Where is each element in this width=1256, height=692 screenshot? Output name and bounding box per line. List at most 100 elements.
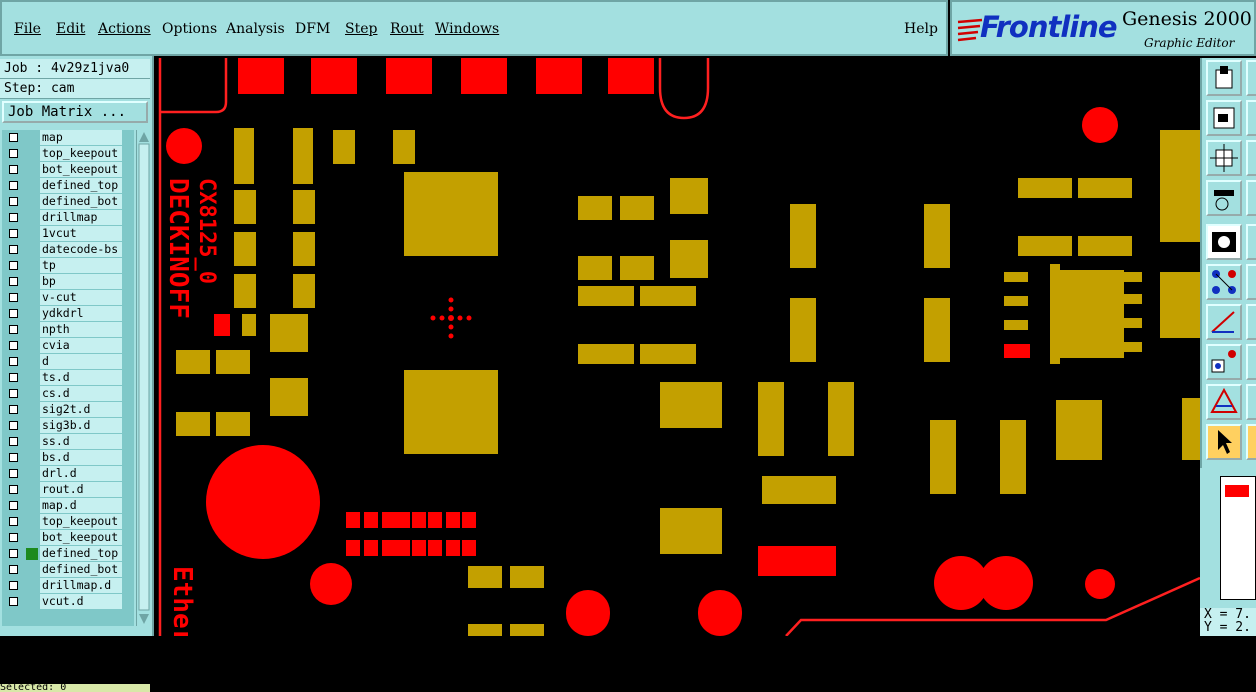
layer-row[interactable]: bot_keepout <box>2 530 134 546</box>
layer-label[interactable]: drillmap.d <box>40 578 122 593</box>
layer-label[interactable]: datecode-bs <box>40 242 122 257</box>
layer-checkbox[interactable] <box>9 277 18 286</box>
measure-tool-button[interactable] <box>1206 304 1242 340</box>
layer-row[interactable]: defined_bot <box>2 194 134 210</box>
layer-row[interactable]: cvia <box>2 338 134 354</box>
layer-checkbox[interactable] <box>9 549 18 558</box>
tool-extra-1[interactable] <box>1246 60 1256 96</box>
layer-row[interactable]: top_keepout <box>2 146 134 162</box>
tool-extra-5[interactable] <box>1246 224 1256 260</box>
layer-checkbox[interactable] <box>9 501 18 510</box>
menu-windows[interactable]: Windows <box>435 21 499 37</box>
layer-checkbox[interactable] <box>9 261 18 270</box>
layer-label[interactable]: defined_bot <box>40 562 122 577</box>
layer-row[interactable]: bot_keepout <box>2 162 134 178</box>
layer-label[interactable]: sig3b.d <box>40 418 122 433</box>
layer-row[interactable]: drillmap.d <box>2 578 134 594</box>
layer-checkbox[interactable] <box>9 245 18 254</box>
graphic-canvas[interactable]: CX8125_0 DECKINOFF Ether <box>156 58 1200 636</box>
feature-display-tool-button[interactable] <box>1206 224 1242 260</box>
menu-edit[interactable]: Edit <box>56 21 85 37</box>
pointer-tool-button[interactable] <box>1206 424 1242 460</box>
layer-checkbox[interactable] <box>9 405 18 414</box>
layer-checkbox[interactable] <box>9 293 18 302</box>
tool-extra-9[interactable] <box>1246 384 1256 420</box>
fit-tool-button[interactable] <box>1206 140 1242 176</box>
layer-label[interactable]: drillmap <box>40 210 122 225</box>
layer-label[interactable]: map <box>40 130 122 145</box>
layer-label[interactable]: cvia <box>40 338 122 353</box>
triangle-tool-button[interactable] <box>1206 384 1242 420</box>
layer-row[interactable]: top_keepout <box>2 514 134 530</box>
layer-label[interactable]: bs.d <box>40 450 122 465</box>
layer-row[interactable]: v-cut <box>2 290 134 306</box>
zoom-window-tool-button[interactable] <box>1206 100 1242 136</box>
layer-row[interactable]: d <box>2 354 134 370</box>
layer-row[interactable]: ts.d <box>2 370 134 386</box>
layer-checkbox[interactable] <box>9 469 18 478</box>
layer-scrollbar[interactable] <box>136 130 151 626</box>
layer-checkbox[interactable] <box>9 133 18 142</box>
layer-label[interactable]: bot_keepout <box>40 162 122 177</box>
menu-help[interactable]: Help <box>904 21 938 37</box>
tool-extra-10[interactable] <box>1246 424 1256 460</box>
menu-file[interactable]: File <box>14 21 41 37</box>
layer-checkbox[interactable] <box>9 309 18 318</box>
layer-label[interactable]: top_keepout <box>40 514 122 529</box>
minimap-view[interactable] <box>1220 476 1256 600</box>
layer-row[interactable]: datecode-bs <box>2 242 134 258</box>
tool-extra-4[interactable] <box>1246 180 1256 216</box>
layer-label[interactable]: d <box>40 354 122 369</box>
layer-row[interactable]: vcut.d <box>2 594 134 610</box>
menu-dfm[interactable]: DFM <box>295 21 330 37</box>
layer-checkbox[interactable] <box>9 181 18 190</box>
menu-rout[interactable]: Rout <box>390 21 424 37</box>
layer-label[interactable]: ydkdrl <box>40 306 122 321</box>
tool-extra-3[interactable] <box>1246 140 1256 176</box>
layer-label[interactable]: 1vcut <box>40 226 122 241</box>
menu-analysis[interactable]: Analysis <box>226 21 285 37</box>
layer-checkbox[interactable] <box>9 437 18 446</box>
layer-label[interactable]: rout.d <box>40 482 122 497</box>
add-pad-tool-button[interactable] <box>1206 344 1242 380</box>
layer-checkbox[interactable] <box>9 197 18 206</box>
job-matrix-button[interactable]: Job Matrix ... <box>2 101 148 123</box>
layer-row[interactable]: ydkdrl <box>2 306 134 322</box>
tool-extra-8[interactable] <box>1246 344 1256 380</box>
layer-row[interactable]: map <box>2 130 134 146</box>
layer-checkbox[interactable] <box>9 149 18 158</box>
layer-checkbox[interactable] <box>9 373 18 382</box>
layer-row[interactable]: 1vcut <box>2 226 134 242</box>
layer-checkbox[interactable] <box>9 597 18 606</box>
layer-row[interactable]: sig2t.d <box>2 402 134 418</box>
layer-row[interactable]: tp <box>2 258 134 274</box>
layer-label[interactable]: tp <box>40 258 122 273</box>
settings-tool-button[interactable] <box>1206 180 1242 216</box>
layer-row[interactable]: defined_top <box>2 178 134 194</box>
layer-checkbox[interactable] <box>9 357 18 366</box>
layer-checkbox[interactable] <box>9 581 18 590</box>
tool-extra-2[interactable] <box>1246 100 1256 136</box>
layer-row[interactable]: drillmap <box>2 210 134 226</box>
layer-label[interactable]: defined_top <box>40 178 122 193</box>
layer-row[interactable]: defined_bot <box>2 562 134 578</box>
layer-checkbox[interactable] <box>9 229 18 238</box>
layer-label[interactable]: bp <box>40 274 122 289</box>
layer-label[interactable]: npth <box>40 322 122 337</box>
layer-row[interactable]: map.d <box>2 498 134 514</box>
layer-label[interactable]: sig2t.d <box>40 402 122 417</box>
layer-row[interactable]: cs.d <box>2 386 134 402</box>
layer-checkbox[interactable] <box>9 341 18 350</box>
layer-label[interactable]: drl.d <box>40 466 122 481</box>
layer-label[interactable]: defined_top <box>40 546 122 561</box>
layer-row[interactable]: sig3b.d <box>2 418 134 434</box>
layer-row[interactable]: rout.d <box>2 482 134 498</box>
layer-label[interactable]: vcut.d <box>40 594 122 609</box>
layer-checkbox[interactable] <box>9 565 18 574</box>
layer-checkbox[interactable] <box>9 453 18 462</box>
layer-label[interactable]: bot_keepout <box>40 530 122 545</box>
layer-checkbox[interactable] <box>9 389 18 398</box>
menu-actions[interactable]: Actions <box>98 21 151 37</box>
layer-label[interactable]: defined_bot <box>40 194 122 209</box>
layer-row[interactable]: npth <box>2 322 134 338</box>
